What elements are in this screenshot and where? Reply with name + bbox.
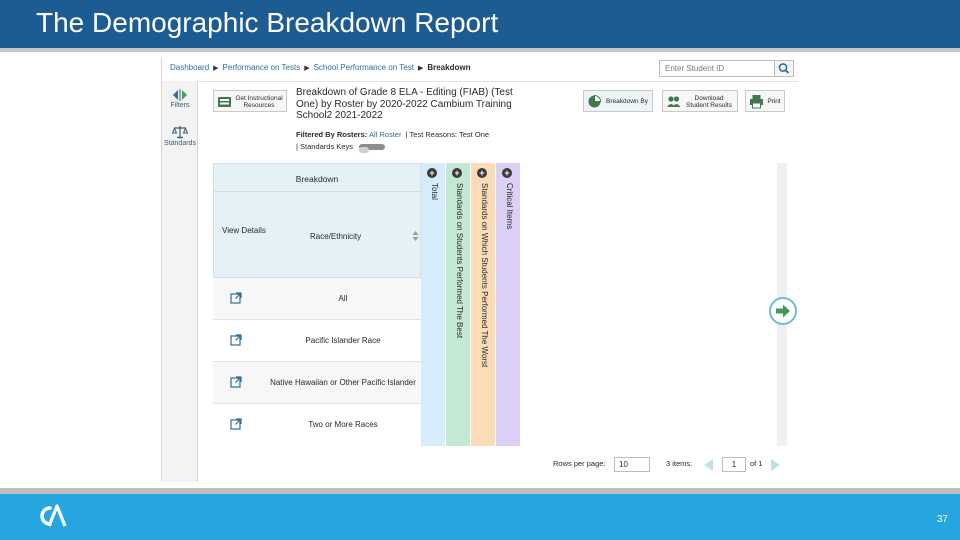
column-total: + Total <box>421 163 445 446</box>
page-number-input[interactable]: 1 <box>722 457 746 472</box>
table-header: Breakdown View Details Race/Ethnicity <box>213 163 421 278</box>
column-label: Critical Items <box>505 183 514 230</box>
column-performed-worst: + Standards on Which Students Performed … <box>471 163 495 446</box>
header-divider <box>0 48 960 52</box>
download-student-results-label: Download Student Results <box>686 95 732 109</box>
standards-keys-toggle[interactable] <box>359 144 386 154</box>
search-icon <box>778 63 790 74</box>
ca-logo <box>40 504 67 527</box>
page-number: 37 <box>936 514 948 525</box>
breakdown-table: Breakdown View Details Race/Ethnicity Al… <box>213 163 421 446</box>
arrow-right-icon <box>776 304 790 318</box>
open-details-icon[interactable] <box>230 376 242 388</box>
printer-icon <box>750 95 763 109</box>
breadcrumb: Dashboard ▶ Performance on Tests ▶ School Pe… <box>170 63 470 72</box>
next-page-icon[interactable] <box>769 458 781 472</box>
rows-per-page-select[interactable]: 10 <box>614 457 650 472</box>
breakdown-group-header: Breakdown <box>214 164 420 192</box>
filters-button[interactable]: Filters <box>162 89 198 109</box>
open-details-icon[interactable] <box>230 334 242 346</box>
row-label: Pacific Islander Race <box>305 336 381 345</box>
instructional-resources-label: Get Instructional Resources <box>235 95 283 109</box>
download-student-results-button[interactable]: Download Student Results <box>662 90 738 112</box>
breakdown-by-label: Breakdown By <box>606 98 648 105</box>
column-critical-items: + Critical Items <box>496 163 520 446</box>
breakdown-by-button[interactable]: Breakdown By <box>583 90 653 112</box>
open-details-icon[interactable] <box>230 292 242 304</box>
page-total: of 1 <box>750 459 763 468</box>
books-icon <box>218 97 231 107</box>
instructional-resources-button[interactable]: Get Instructional Resources <box>213 90 287 112</box>
table-row: All <box>213 278 421 320</box>
column-performed-best: + Standards on Students Performed The Be… <box>446 163 470 446</box>
breadcrumb-separator-icon: ▶ <box>304 65 310 72</box>
print-label: Print <box>767 98 781 105</box>
column-label: Standards on Which Students Performed Th… <box>480 183 489 368</box>
breadcrumb-separator-icon: ▶ <box>213 65 219 72</box>
breadcrumb-dashboard[interactable]: Dashboard <box>170 63 209 72</box>
report-title: Breakdown of Grade 8 ELA - Editing (FIAB… <box>296 87 513 121</box>
breadcrumb-performance-on-tests[interactable]: Performance on Tests <box>223 63 301 72</box>
rosters-filter-value[interactable]: All Roster <box>369 130 402 139</box>
report-filters: Filtered By Rosters: All Roster | Test R… <box>296 129 526 154</box>
slide-title: The Demographic Breakdown Report <box>36 7 499 38</box>
column-label: Total <box>430 183 439 200</box>
scales-icon <box>172 126 188 139</box>
rows-per-page-label: Rows per page: <box>553 459 606 468</box>
test-reasons-label: | Test Reasons: <box>405 130 458 139</box>
expand-column-icon[interactable]: + <box>477 168 487 178</box>
breadcrumb-separator-icon: ▶ <box>417 65 424 72</box>
toggle-knob <box>359 147 370 154</box>
race-ethnicity-header[interactable]: Race/Ethnicity <box>310 232 361 241</box>
student-id-search-input[interactable]: Enter Student ID <box>659 60 775 77</box>
students-icon <box>667 96 681 107</box>
expand-column-icon[interactable]: + <box>502 168 512 178</box>
pie-chart-icon <box>588 94 602 108</box>
standards-label: Standards <box>164 140 196 147</box>
search-button[interactable] <box>774 60 794 77</box>
row-label: Two or More Races <box>308 420 378 429</box>
filters-label: Filters <box>170 102 190 109</box>
print-button[interactable]: Print <box>745 90 785 112</box>
sort-icon[interactable] <box>412 230 419 242</box>
items-count: 3 items: <box>666 459 693 468</box>
standards-keys-label: | Standards Keys <box>296 142 353 151</box>
standards-button[interactable]: Standards <box>162 125 198 147</box>
scroll-right-button[interactable] <box>769 297 797 325</box>
table-row: Pacific Islander Race <box>213 320 421 362</box>
column-label: Standards on Students Performed The Best <box>455 183 464 339</box>
toolbar-divider <box>198 81 798 82</box>
row-label: Native Hawaiian or Other Pacific Islande… <box>270 378 416 387</box>
rosters-filter-label: Filtered By Rosters: <box>296 130 368 139</box>
report-screenshot: Dashboard ▶ Performance on Tests ▶ School Pe… <box>161 57 798 482</box>
table-row: Two or More Races <box>213 404 421 446</box>
table-row: Native Hawaiian or Other Pacific Islande… <box>213 362 421 404</box>
view-details-header: View Details <box>222 226 266 235</box>
expand-column-icon[interactable]: + <box>452 168 462 178</box>
row-label: All <box>338 294 348 303</box>
expand-column-icon[interactable]: + <box>427 168 437 178</box>
filters-icon <box>173 89 187 101</box>
test-reasons-value: Test One <box>459 130 490 139</box>
slide-header: The Demographic Breakdown Report <box>0 0 960 48</box>
open-details-icon[interactable] <box>230 418 242 430</box>
slide-footer: 37 <box>0 494 960 540</box>
left-rail: Filters Standards <box>162 81 198 482</box>
breadcrumb-school-performance[interactable]: School Performance on Test <box>314 63 414 72</box>
previous-page-icon[interactable] <box>703 458 715 472</box>
breadcrumb-current: Breakdown <box>427 63 471 72</box>
